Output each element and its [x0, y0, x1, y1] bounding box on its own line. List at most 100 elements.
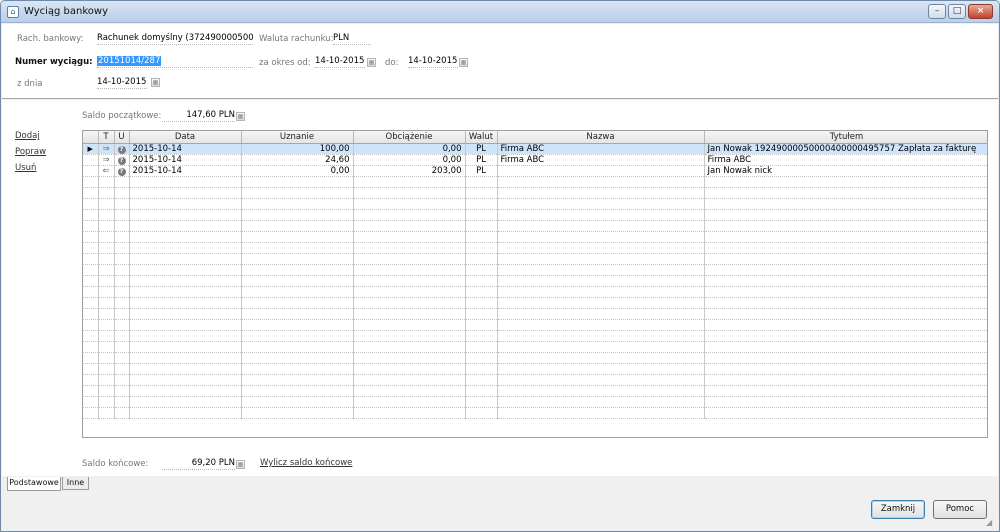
- resize-grip-icon[interactable]: ◢: [986, 518, 996, 528]
- empty-row[interactable]: [83, 275, 987, 287]
- delete-button[interactable]: Usuń: [15, 163, 36, 173]
- col-credit[interactable]: Uznanie: [241, 131, 354, 144]
- empty-cell: [704, 308, 987, 320]
- calendar-icon[interactable]: ▦: [459, 58, 468, 67]
- empty-cell: [129, 396, 242, 408]
- empty-row[interactable]: [83, 176, 987, 188]
- empty-cell: [465, 242, 498, 254]
- account-label: Rach. bankowy:: [17, 34, 84, 44]
- empty-row[interactable]: [83, 341, 987, 353]
- empty-cell: [704, 242, 987, 254]
- empty-cell: [465, 231, 498, 243]
- entries-grid[interactable]: T U Data Uznanie Obciążenie Walut Nazwa …: [82, 130, 988, 438]
- empty-row[interactable]: [83, 330, 987, 342]
- empty-row[interactable]: [83, 231, 987, 243]
- empty-cell: [98, 341, 115, 353]
- empty-row[interactable]: [83, 220, 987, 232]
- empty-row[interactable]: [83, 407, 987, 419]
- question-icon: ?: [114, 165, 130, 177]
- maximize-button[interactable]: □: [948, 4, 966, 19]
- col-type[interactable]: T: [98, 131, 115, 144]
- empty-row[interactable]: [83, 396, 987, 408]
- minimize-button[interactable]: –: [928, 4, 946, 19]
- empty-cell: [497, 176, 705, 188]
- empty-cell: [465, 319, 498, 331]
- close-window-button[interactable]: ×: [968, 4, 993, 19]
- empty-cell: [114, 253, 130, 265]
- statement-number-field[interactable]: 20151014/287: [97, 55, 253, 68]
- calculator-icon[interactable]: ▦: [236, 460, 245, 469]
- cell-title: Jan Nowak 19249000050000400000495757 Zap…: [704, 143, 987, 155]
- empty-cell: [465, 363, 498, 375]
- entries-table: T U Data Uznanie Obciążenie Walut Nazwa …: [83, 131, 987, 419]
- empty-cell: [465, 209, 498, 221]
- empty-cell: [98, 297, 115, 309]
- empty-row[interactable]: [83, 363, 987, 375]
- add-button[interactable]: Dodaj: [15, 131, 40, 141]
- statement-header: Rach. bankowy: Rachunek domyślny (372490…: [2, 24, 998, 99]
- empty-cell: [114, 198, 130, 210]
- calendar-icon[interactable]: ▦: [151, 78, 160, 87]
- col-currency[interactable]: Walut: [465, 131, 498, 144]
- empty-cell: [353, 209, 466, 221]
- date-field[interactable]: 14-10-2015: [97, 76, 147, 89]
- col-title[interactable]: Tytułem: [704, 131, 987, 144]
- empty-cell: [114, 209, 130, 221]
- tab-other[interactable]: Inne: [62, 477, 89, 490]
- calculator-icon[interactable]: ▦: [236, 112, 245, 121]
- col-date[interactable]: Data: [129, 131, 242, 144]
- period-from-field[interactable]: 14-10-2015: [315, 55, 365, 68]
- close-button[interactable]: Zamknij: [871, 500, 925, 519]
- calendar-icon[interactable]: ▦: [367, 58, 376, 67]
- tab-basic[interactable]: Podstawowe: [7, 477, 61, 491]
- empty-cell: [83, 275, 99, 287]
- empty-row[interactable]: [83, 286, 987, 298]
- empty-cell: [353, 198, 466, 210]
- empty-row[interactable]: [83, 297, 987, 309]
- empty-cell: [98, 253, 115, 265]
- grid-header-row: T U Data Uznanie Obciążenie Walut Nazwa …: [83, 131, 987, 144]
- empty-row[interactable]: [83, 308, 987, 320]
- empty-cell: [129, 275, 242, 287]
- empty-cell: [353, 330, 466, 342]
- empty-cell: [704, 231, 987, 243]
- empty-cell: [465, 352, 498, 364]
- edit-button[interactable]: Popraw: [15, 147, 46, 157]
- window-title: Wyciąg bankowy: [24, 6, 109, 17]
- empty-cell: [98, 220, 115, 232]
- calculate-closing-balance-link[interactable]: Wylicz saldo końcowe: [260, 458, 352, 468]
- table-row[interactable]: ⇒? 2015-10-14 24,60 0,00 PL Firma ABC Firma AB…: [83, 154, 987, 166]
- account-field[interactable]: Rachunek domyślny (37249000050000410: [97, 32, 253, 45]
- period-to-field[interactable]: 14-10-2015: [408, 55, 458, 68]
- empty-cell: [98, 242, 115, 254]
- currency-field[interactable]: PLN: [333, 32, 371, 45]
- table-row[interactable]: ▶ ⇒? 2015-10-14 100,00 0,00 PL Firma ABC Jan No…: [83, 143, 987, 155]
- cell-currency: PL: [465, 143, 498, 155]
- cell-credit: 0,00: [241, 165, 354, 177]
- empty-row[interactable]: [83, 319, 987, 331]
- col-name[interactable]: Nazwa: [497, 131, 705, 144]
- help-button[interactable]: Pomoc: [933, 500, 987, 519]
- empty-row[interactable]: [83, 198, 987, 210]
- empty-row[interactable]: [83, 264, 987, 276]
- empty-cell: [241, 319, 354, 331]
- table-row[interactable]: ⇐? 2015-10-14 0,00 203,00 PL Jan Nowak nick: [83, 165, 987, 177]
- empty-row[interactable]: [83, 385, 987, 397]
- col-debit[interactable]: Obciążenie: [353, 131, 466, 144]
- empty-cell: [704, 220, 987, 232]
- empty-cell: [353, 407, 466, 419]
- empty-row[interactable]: [83, 253, 987, 265]
- col-status[interactable]: U: [114, 131, 130, 144]
- empty-row[interactable]: [83, 209, 987, 221]
- empty-row[interactable]: [83, 374, 987, 386]
- empty-cell: [497, 363, 705, 375]
- empty-cell: [83, 374, 99, 386]
- empty-cell: [98, 308, 115, 320]
- empty-cell: [83, 396, 99, 408]
- arrow-right-icon: ⇒: [98, 154, 115, 166]
- empty-row[interactable]: [83, 352, 987, 364]
- empty-cell: [129, 198, 242, 210]
- empty-row[interactable]: [83, 242, 987, 254]
- empty-row[interactable]: [83, 187, 987, 199]
- empty-cell: [98, 319, 115, 331]
